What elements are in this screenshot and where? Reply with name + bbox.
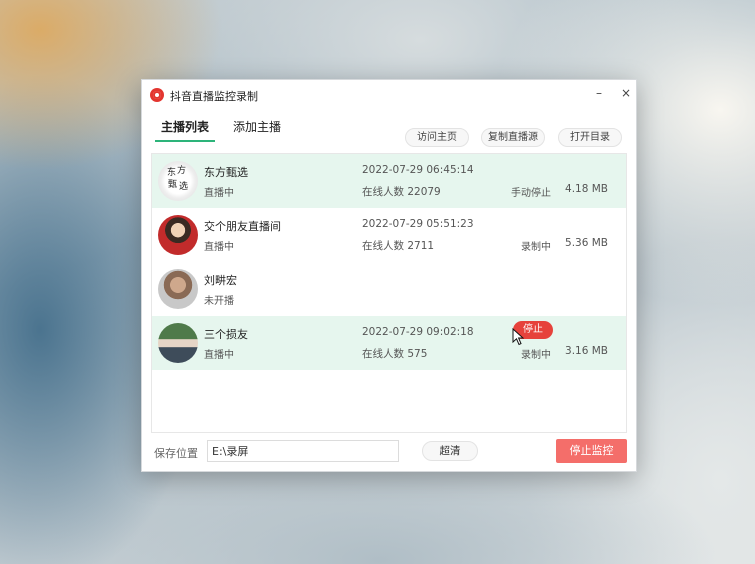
live-status: 未开播 <box>204 296 234 307</box>
copy-stream-button[interactable]: 复制直播源 <box>481 128 545 147</box>
record-icon <box>150 88 164 102</box>
viewer-count: 在线人数 2711 <box>362 240 435 252</box>
tab-streamer-list[interactable]: 主播列表 <box>155 118 216 142</box>
start-time: 2022-07-29 09:02:18 <box>362 326 474 338</box>
open-folder-button[interactable]: 打开目录 <box>558 128 622 147</box>
avatar <box>158 323 198 363</box>
title-bar[interactable]: 抖音直播监控录制 – × <box>142 80 636 110</box>
streamer-name: 三个损友 <box>204 328 248 341</box>
avatar <box>158 215 198 255</box>
streamer-list: 东 方 甄 选 东方甄选 直播中 2022-07-29 06:45:14 在线人… <box>151 153 627 433</box>
file-size: 3.16 MB <box>565 345 608 357</box>
streamer-name: 交个朋友直播间 <box>204 220 281 233</box>
record-state: 手动停止 <box>511 188 551 199</box>
viewer-count: 在线人数 575 <box>362 348 428 360</box>
list-item[interactable]: 刘畊宏 未开播 <box>152 262 626 316</box>
record-state: 录制中 <box>521 350 551 361</box>
minimize-button[interactable]: – <box>591 85 607 101</box>
list-item[interactable]: 东 方 甄 选 东方甄选 直播中 2022-07-29 06:45:14 在线人… <box>152 154 626 208</box>
avatar: 东 方 甄 选 <box>158 161 198 201</box>
streamer-name: 东方甄选 <box>204 166 248 179</box>
visit-home-button[interactable]: 访问主页 <box>405 128 469 147</box>
quality-button[interactable]: 超清 <box>422 441 478 461</box>
mouse-pointer-icon <box>512 328 524 346</box>
stop-monitor-button[interactable]: 停止监控 <box>556 439 627 463</box>
record-state: 录制中 <box>521 242 551 253</box>
close-button[interactable]: × <box>618 85 634 101</box>
save-path-input[interactable] <box>207 440 399 462</box>
start-time: 2022-07-29 06:45:14 <box>362 164 474 176</box>
live-status: 直播中 <box>204 350 234 361</box>
viewer-count: 在线人数 22079 <box>362 186 441 198</box>
live-status: 直播中 <box>204 188 234 199</box>
app-window: 抖音直播监控录制 – × 主播列表 添加主播 访问主页 复制直播源 打开目录 东… <box>141 79 637 472</box>
live-status: 直播中 <box>204 242 234 253</box>
avatar <box>158 269 198 309</box>
file-size: 5.36 MB <box>565 237 608 249</box>
streamer-name: 刘畊宏 <box>204 274 237 287</box>
list-item[interactable]: 三个损友 直播中 2022-07-29 09:02:18 在线人数 575 停止… <box>152 316 626 370</box>
file-size: 4.18 MB <box>565 183 608 195</box>
list-item[interactable]: 交个朋友直播间 直播中 2022-07-29 05:51:23 在线人数 271… <box>152 208 626 262</box>
start-time: 2022-07-29 05:51:23 <box>362 218 474 230</box>
tab-add-streamer[interactable]: 添加主播 <box>233 118 281 140</box>
save-location-label: 保存位置 <box>154 447 198 460</box>
bottom-bar: 保存位置 超清 停止监控 <box>142 438 636 468</box>
window-title: 抖音直播监控录制 <box>170 90 258 103</box>
